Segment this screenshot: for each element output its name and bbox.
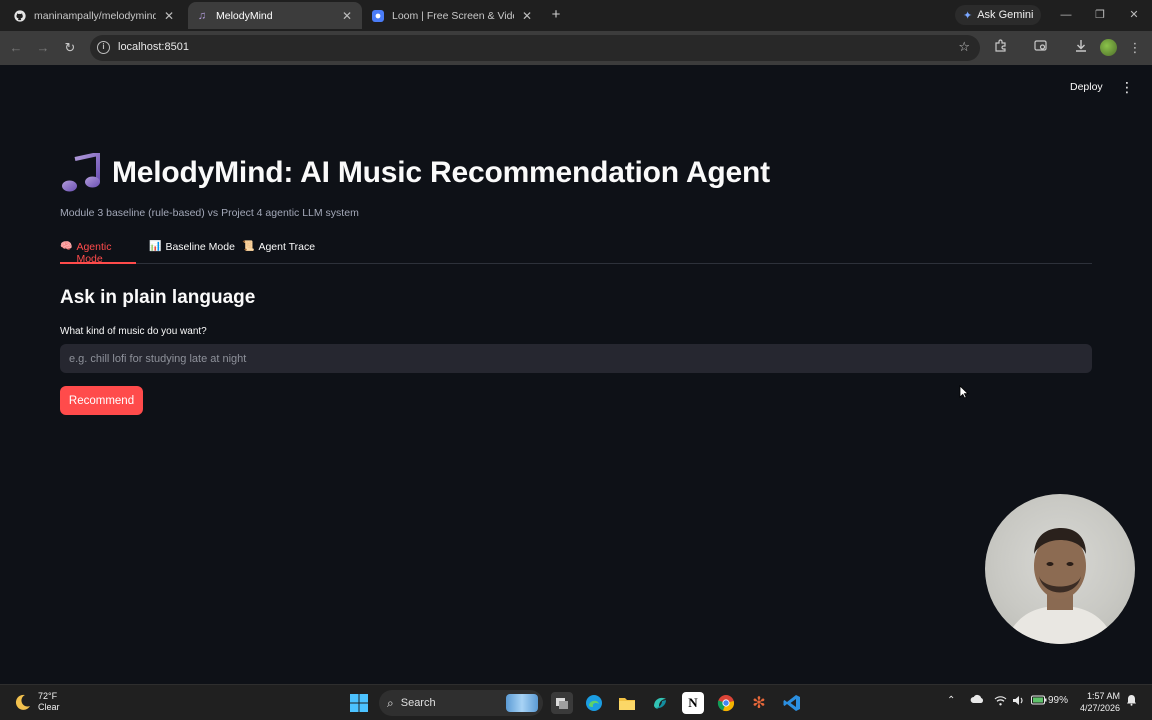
search-highlight-icon xyxy=(506,694,538,712)
weather-widget[interactable]: 72°F Clear xyxy=(14,691,60,713)
volume-icon[interactable] xyxy=(1012,695,1025,709)
site-info-icon[interactable]: i xyxy=(97,41,110,54)
tab-label: Baseline Mode xyxy=(165,241,235,253)
claude-icon[interactable]: ✻ xyxy=(748,692,770,714)
query-input-label: What kind of music do you want? xyxy=(60,326,207,337)
page-subtitle: Module 3 baseline (rule-based) vs Projec… xyxy=(60,207,359,219)
minimize-icon[interactable]: — xyxy=(1057,6,1075,24)
brain-icon: 🧠 xyxy=(60,241,73,252)
tab-label: Agent Trace xyxy=(258,241,316,253)
clock-date: 4/27/2026 xyxy=(1079,703,1120,713)
tab-title: maninampally/melodymind-ai- xyxy=(34,9,156,22)
notification-bell-icon[interactable] xyxy=(1126,694,1137,709)
file-explorer-icon[interactable] xyxy=(616,692,638,714)
close-icon[interactable]: ✕ xyxy=(520,9,534,23)
chrome-icon[interactable] xyxy=(715,692,737,714)
taskbar-search[interactable]: ⌕ Search xyxy=(379,690,543,716)
url-text: localhost:8501 xyxy=(118,41,189,53)
search-label: Search xyxy=(400,697,436,709)
browser-tab-melodymind[interactable]: ♫ MelodyMind ✕ xyxy=(188,2,362,29)
tab-title: MelodyMind xyxy=(216,9,273,22)
presenter-avatar xyxy=(1005,528,1115,644)
music-note-icon: ♫ xyxy=(197,9,207,22)
weather-condition: Clear xyxy=(38,702,60,712)
tab-agentic-mode[interactable]: 🧠 Agentic Mode xyxy=(60,241,136,265)
moon-icon xyxy=(15,694,30,710)
task-view-icon[interactable] xyxy=(551,692,573,714)
github-icon xyxy=(14,9,26,22)
page-title: MelodyMind: AI Music Recommendation Agen… xyxy=(112,156,770,189)
gemini-spark-icon: ✦ xyxy=(963,9,973,22)
scroll-icon: 📜 xyxy=(242,241,255,252)
query-input[interactable] xyxy=(60,344,1092,373)
music-note-icon xyxy=(62,153,100,192)
tab-label: Agentic Mode xyxy=(76,241,112,265)
window-close-icon[interactable]: ✕ xyxy=(1125,6,1143,24)
mouse-cursor-icon xyxy=(959,385,969,399)
edge-icon[interactable] xyxy=(583,692,605,714)
clock-time: 1:57 AM xyxy=(1086,691,1120,701)
ask-gemini-label: Ask Gemini xyxy=(977,9,1034,21)
app-menu-icon[interactable]: ⋮ xyxy=(1120,78,1134,96)
tab-agent-trace[interactable]: 📜 Agent Trace xyxy=(242,241,315,264)
close-icon[interactable]: ✕ xyxy=(340,9,354,23)
weather-temperature: 72°F xyxy=(38,691,58,701)
profile-avatar[interactable] xyxy=(1100,39,1117,56)
battery-icon[interactable] xyxy=(1031,695,1047,708)
system-clock[interactable]: 1:57 AM 4/27/2026 xyxy=(1078,690,1120,714)
browser-toolbar: ← → ↻ i localhost:8501 ☆ ⋮ xyxy=(0,31,1152,65)
back-arrow-icon[interactable]: ← xyxy=(7,39,25,57)
streamlit-app: Deploy ⋮ MelodyMind: AI Music Recommenda… xyxy=(0,65,1152,684)
new-tab-button[interactable]: + xyxy=(548,7,564,23)
notion-icon[interactable]: N xyxy=(682,692,704,714)
reload-icon[interactable]: ↻ xyxy=(61,39,79,57)
tab-search-icon[interactable] xyxy=(1032,39,1050,57)
tab-title: Loom | Free Screen & Video Re xyxy=(392,9,514,22)
section-heading: Ask in plain language xyxy=(60,287,256,308)
forward-arrow-icon[interactable]: → xyxy=(34,39,52,57)
windows-start-icon[interactable] xyxy=(348,692,370,714)
battery-percent: 99% xyxy=(1048,695,1069,706)
browser-tab-loom[interactable]: Loom | Free Screen & Video Re ✕ xyxy=(364,2,542,29)
bookmark-star-icon[interactable]: ☆ xyxy=(958,39,970,55)
browser-tab-strip: maninampally/melodymind-ai- ✕ ♫ MelodyMi… xyxy=(0,0,1152,31)
cloud-icon[interactable] xyxy=(970,694,984,707)
extensions-icon[interactable] xyxy=(992,39,1010,57)
download-icon[interactable] xyxy=(1072,39,1090,57)
recommend-button[interactable]: Recommend xyxy=(60,386,143,415)
browser-menu-icon[interactable]: ⋮ xyxy=(1126,39,1144,57)
ask-gemini-button[interactable]: ✦ Ask Gemini xyxy=(955,5,1042,25)
bar-chart-icon: 📊 xyxy=(149,241,162,252)
restore-icon[interactable]: ❐ xyxy=(1091,6,1109,24)
browser-tab-github[interactable]: maninampally/melodymind-ai- ✕ xyxy=(6,2,184,29)
webcam-overlay xyxy=(985,494,1135,644)
mode-tabs: 🧠 Agentic Mode 📊 Baseline Mode 📜 Agent T… xyxy=(60,241,1092,265)
close-icon[interactable]: ✕ xyxy=(162,9,176,23)
wifi-icon[interactable] xyxy=(994,695,1007,709)
vscode-icon[interactable] xyxy=(781,692,803,714)
tab-baseline-mode[interactable]: 📊 Baseline Mode xyxy=(149,241,235,264)
deploy-button[interactable]: Deploy xyxy=(1070,81,1103,93)
windows-taskbar: 72°F Clear ⌕ Search N ✻ ⌃ 99% 1:57 AM 4/… xyxy=(0,684,1152,720)
page-header: MelodyMind: AI Music Recommendation Agen… xyxy=(60,153,770,193)
loom-icon xyxy=(372,9,384,22)
address-bar[interactable]: i localhost:8501 ☆ xyxy=(90,35,980,61)
search-icon: ⌕ xyxy=(387,695,394,710)
copilot-icon[interactable] xyxy=(649,692,671,714)
chevron-up-icon[interactable]: ⌃ xyxy=(947,695,955,706)
